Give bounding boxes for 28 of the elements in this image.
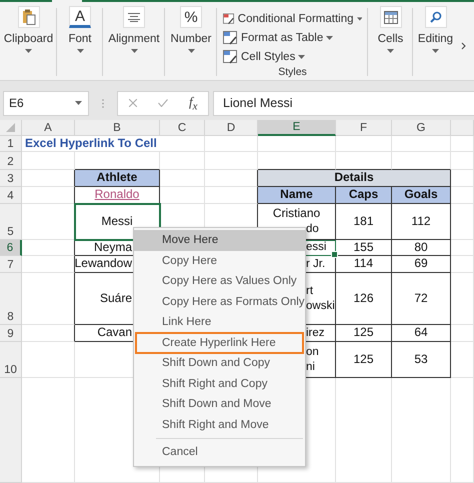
- column-heading: Name: [258, 187, 336, 204]
- table-cell-text: on: [306, 344, 319, 360]
- table-cell: 80: [392, 240, 451, 256]
- table-header: Athlete: [75, 170, 160, 187]
- group-label: Styles: [278, 66, 307, 80]
- table-title: Details: [258, 170, 451, 187]
- table-cell-text: rt: [306, 284, 314, 298]
- column-heading: Goals: [392, 187, 451, 204]
- table-cell-text: irez: [306, 326, 325, 340]
- table-cell: 114: [336, 256, 392, 273]
- table-cell-text: do: [306, 222, 319, 237]
- table-cell-text: Cristiano: [272, 206, 320, 222]
- table-cell: 125: [336, 342, 392, 378]
- table-cell: 125: [336, 325, 392, 342]
- table-cell: 64: [392, 325, 451, 342]
- table-cell-text: essi: [306, 240, 326, 255]
- table-cell-text: owski: [306, 298, 335, 314]
- column-heading: Caps: [336, 187, 392, 204]
- table-cell: 126: [336, 273, 392, 325]
- table-cell: 53: [392, 342, 451, 378]
- table-cell-text: r Jr.: [306, 256, 326, 272]
- table-cell: 181: [336, 204, 392, 240]
- table-cell: 155: [336, 240, 392, 256]
- table-cell: 112: [392, 204, 451, 240]
- table-cell-text: ni: [306, 360, 315, 374]
- table-cell: 72: [392, 273, 451, 325]
- table-cell: 69: [392, 256, 451, 273]
- sheet-title: Excel Hyperlink To Cell: [25, 136, 157, 152]
